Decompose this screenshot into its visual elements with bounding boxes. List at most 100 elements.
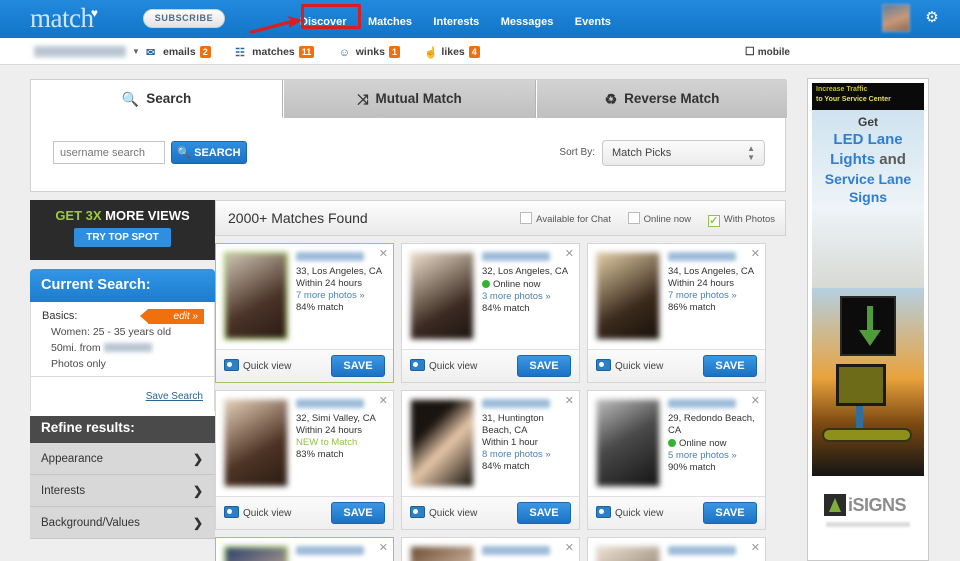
nav-item-interests[interactable]: Interests — [433, 16, 479, 28]
username-label[interactable] — [34, 46, 126, 57]
result-card[interactable]: 32, Simi Valley, CA Within 24 hours NEW … — [215, 390, 394, 530]
promo-banner[interactable]: GET 3X MORE VIEWS TRY TOP SPOT — [30, 200, 215, 260]
edit-search-button[interactable]: edit » — [148, 309, 204, 324]
profile-photo[interactable] — [410, 546, 474, 561]
tab-search[interactable]: 🔍Search — [31, 80, 283, 118]
profile-photo[interactable] — [410, 252, 474, 340]
close-icon[interactable]: ✕ — [751, 541, 760, 554]
result-card[interactable]: 33, Los Angeles, CA Within 24 hours 7 mo… — [215, 243, 394, 383]
nav-item-events[interactable]: Events — [575, 16, 611, 28]
profile-username[interactable] — [668, 546, 736, 555]
tab-reverse-match[interactable]: ♻Reverse Match — [537, 80, 787, 118]
gear-icon[interactable]: ⚙ — [924, 10, 940, 26]
checkbox-available-for-chat[interactable] — [520, 212, 532, 224]
close-icon[interactable]: ✕ — [565, 541, 574, 554]
more-photos-link[interactable]: 8 more photos » — [482, 449, 571, 461]
chevron-right-icon: ❯ — [193, 475, 203, 507]
profile-photo[interactable] — [596, 546, 660, 561]
profile-photo[interactable] — [224, 399, 288, 487]
result-card[interactable]: ✕ — [401, 537, 580, 561]
nav-item-matches[interactable]: Matches — [368, 16, 412, 28]
match-logo[interactable]: match ♥ — [30, 3, 93, 34]
subnav-item-matches[interactable]: ☷matches11 — [235, 46, 314, 59]
avatar[interactable] — [882, 4, 910, 32]
down-arrow-sign-icon — [840, 296, 896, 356]
profile-username[interactable] — [482, 399, 550, 408]
result-card[interactable]: 32, Los Angeles, CA Online now 3 more ph… — [401, 243, 580, 383]
more-photos-link[interactable]: 3 more photos » — [482, 291, 571, 303]
profile-age-location: 34, Los Angeles, CA — [668, 266, 757, 278]
result-card[interactable]: 31, Huntington Beach, CA Within 1 hour 8… — [401, 390, 580, 530]
save-search-link[interactable]: Save Search — [146, 391, 203, 402]
profile-username[interactable] — [668, 252, 736, 261]
close-icon[interactable]: ✕ — [751, 394, 760, 407]
nav-item-discover[interactable]: Discover — [300, 16, 346, 28]
profile-username[interactable] — [296, 252, 364, 261]
close-icon[interactable]: ✕ — [379, 541, 388, 554]
subnav-label-emails: emails — [163, 46, 196, 58]
result-card[interactable]: 29, Redondo Beach, CA Online now 5 more … — [587, 390, 766, 530]
match-percent: 84% match — [296, 302, 385, 314]
save-button[interactable]: SAVE — [331, 355, 385, 377]
filter-with-photos[interactable]: ✓With Photos — [708, 214, 775, 227]
refine-item-interests[interactable]: Interests ❯ — [30, 475, 215, 507]
profile-photo[interactable] — [596, 399, 660, 487]
profile-username[interactable] — [482, 546, 550, 555]
advertisement-banner[interactable]: Increase Traffic to Your Service Center … — [807, 78, 929, 561]
promo-title: GET 3X MORE VIEWS — [31, 208, 214, 223]
quick-view-button[interactable]: Quick view — [410, 359, 477, 372]
card-footer: Quick view SAVE — [588, 349, 765, 382]
profile-username[interactable] — [482, 252, 550, 261]
search-button[interactable]: 🔍SEARCH — [171, 141, 247, 164]
filter-available-for-chat[interactable]: Available for Chat — [520, 212, 611, 225]
filter-online-now[interactable]: Online now — [628, 212, 692, 225]
profile-photo[interactable] — [596, 252, 660, 340]
try-top-spot-button[interactable]: TRY TOP SPOT — [74, 228, 170, 247]
refine-item-background-values[interactable]: Background/Values ❯ — [30, 507, 215, 539]
search-input[interactable] — [53, 141, 165, 164]
subnav-item-emails[interactable]: ✉emails2 — [146, 46, 211, 59]
close-icon[interactable]: ✕ — [379, 394, 388, 407]
save-button[interactable]: SAVE — [703, 355, 757, 377]
subnav-item-winks[interactable]: ☺winks1 — [339, 46, 400, 59]
checkbox-online-now[interactable] — [628, 212, 640, 224]
subnav-item-likes[interactable]: ☝likes4 — [424, 46, 479, 59]
profile-photo[interactable] — [410, 399, 474, 487]
result-card[interactable]: ✕ — [215, 537, 394, 561]
result-card[interactable]: 34, Los Angeles, CA Within 24 hours 7 mo… — [587, 243, 766, 383]
chevron-down-icon[interactable]: ▼ — [132, 47, 140, 56]
close-icon[interactable]: ✕ — [379, 247, 388, 260]
close-icon[interactable]: ✕ — [565, 247, 574, 260]
card-body: 32, Simi Valley, CA Within 24 hours NEW … — [216, 391, 393, 498]
result-card[interactable]: ✕ — [587, 537, 766, 561]
save-button[interactable]: SAVE — [517, 355, 571, 377]
quick-view-button[interactable]: Quick view — [596, 359, 663, 372]
more-photos-link[interactable]: 7 more photos » — [668, 290, 757, 302]
profile-photo[interactable] — [224, 252, 288, 340]
quick-view-button[interactable]: Quick view — [224, 359, 291, 372]
quick-view-button[interactable]: Quick view — [224, 506, 291, 519]
more-photos-link[interactable]: 7 more photos » — [296, 290, 385, 302]
quick-view-button[interactable]: Quick view — [410, 506, 477, 519]
mobile-link[interactable]: ☐mobile — [745, 45, 790, 58]
more-photos-link[interactable]: 5 more photos » — [668, 450, 757, 462]
checkbox-with-photos[interactable]: ✓ — [708, 215, 720, 227]
online-dot-icon — [482, 280, 490, 288]
profile-username[interactable] — [296, 399, 364, 408]
location-redacted — [104, 343, 152, 352]
save-button[interactable]: SAVE — [331, 502, 385, 524]
refine-item-appearance[interactable]: Appearance ❯ — [30, 443, 215, 475]
quick-view-button[interactable]: Quick view — [596, 506, 663, 519]
sort-by-select[interactable]: Match Picks ▲▼ — [602, 140, 765, 166]
nav-item-messages[interactable]: Messages — [501, 16, 554, 28]
match-percent: 84% match — [482, 303, 571, 315]
profile-username[interactable] — [668, 399, 736, 408]
tab-mutual-match[interactable]: ⤨Mutual Match — [284, 80, 536, 118]
close-icon[interactable]: ✕ — [565, 394, 574, 407]
close-icon[interactable]: ✕ — [751, 247, 760, 260]
save-button[interactable]: SAVE — [517, 502, 571, 524]
save-button[interactable]: SAVE — [703, 502, 757, 524]
subscribe-button[interactable]: SUBSCRIBE — [143, 9, 225, 28]
profile-username[interactable] — [296, 546, 364, 555]
profile-photo[interactable] — [224, 546, 288, 561]
